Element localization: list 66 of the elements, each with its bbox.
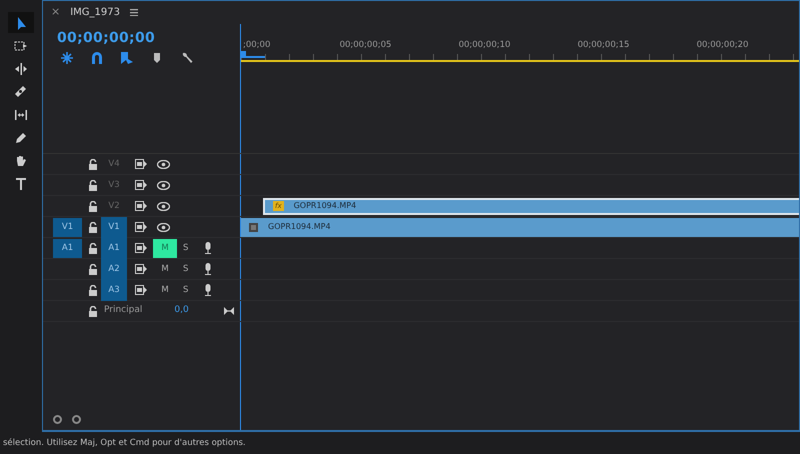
lock-icon[interactable] [88,306,98,316]
lock-icon[interactable] [88,200,98,212]
lock-icon[interactable] [88,264,98,274]
track-target[interactable]: V3 [101,174,127,196]
mute-button[interactable]: M [153,280,177,300]
source-patch[interactable]: V1 [53,218,82,236]
eye-icon[interactable] [157,180,170,190]
timecode[interactable]: 00;00;00;00 [43,24,240,49]
collapse-icon[interactable] [224,307,234,315]
type-tool-icon[interactable] [14,176,28,190]
lock-icon[interactable] [88,158,98,170]
status-text: sélection. Utilisez Maj, Opt et Cmd pour d'autres options. [2,437,247,450]
close-button[interactable]: × [51,4,60,21]
microphone-icon[interactable] [204,263,212,275]
sync-lock-icon[interactable] [135,285,147,295]
menu-icon[interactable] [130,9,138,16]
clip-name: GOPR1094.MP4 [294,200,356,212]
slip-icon[interactable] [14,108,28,122]
ruler-label: 00;00;00;10 [458,39,512,52]
ruler-label: 00;00;00;05 [338,39,392,52]
track-target[interactable]: A1 [101,238,127,258]
microphone-icon[interactable] [204,284,212,296]
track-target[interactable]: V2 [101,196,127,216]
track-select-icon[interactable] [14,38,28,52]
sync-lock-icon[interactable] [135,264,147,274]
track-target[interactable]: A2 [101,258,127,280]
ruler-label: ;00;00 [242,39,272,52]
lock-icon[interactable] [88,222,98,232]
clip-thumbnail-icon [249,222,258,232]
zoom-handle[interactable] [72,415,81,424]
ripple-edit-icon[interactable] [14,62,28,76]
mute-button[interactable]: M [153,260,177,278]
solo-button[interactable]: S [183,262,188,276]
ruler-label: 00;00;00;15 [576,39,630,52]
track-target[interactable]: V4 [101,154,127,174]
playhead-handle[interactable] [241,51,265,58]
lock-icon[interactable] [88,180,98,190]
zoom-handle[interactable] [53,415,62,424]
sync-lock-icon[interactable] [135,159,147,169]
mute-button[interactable]: M [153,238,177,258]
volume-value[interactable]: 0,0 [174,304,189,318]
track-name: Principal [104,304,142,318]
pen-icon[interactable] [14,130,28,144]
time-ruler[interactable]: ;00;00 00;00;00;05 00;00;00;10 00;00;00;15 00;00;00;20 [240,24,799,153]
hand-icon[interactable] [14,154,28,168]
source-patch[interactable]: A1 [53,238,82,258]
lock-icon[interactable] [88,242,98,254]
track-target[interactable]: A3 [101,280,127,300]
eye-icon[interactable] [157,202,170,210]
lock-icon[interactable] [88,284,98,296]
solo-button[interactable]: S [183,284,188,296]
video-clip[interactable]: GOPR1094.MP4 [241,218,799,236]
solo-button[interactable]: S [183,242,188,254]
sequence-tab[interactable]: IMG_1973 [70,5,120,20]
ruler-label: 00;00;00;20 [696,39,750,52]
eye-icon[interactable] [157,222,170,232]
sync-lock-icon[interactable] [135,243,147,253]
clip-name: GOPR1094.MP4 [268,221,331,233]
sync-lock-icon[interactable] [135,180,147,190]
eye-icon[interactable] [157,160,170,168]
track-target[interactable]: V1 [101,216,127,238]
sync-lock-icon[interactable] [135,201,147,211]
selection-tool-button[interactable] [8,12,34,33]
microphone-icon[interactable] [204,242,212,254]
razor-icon[interactable] [14,84,28,98]
sync-lock-icon[interactable] [135,222,147,232]
